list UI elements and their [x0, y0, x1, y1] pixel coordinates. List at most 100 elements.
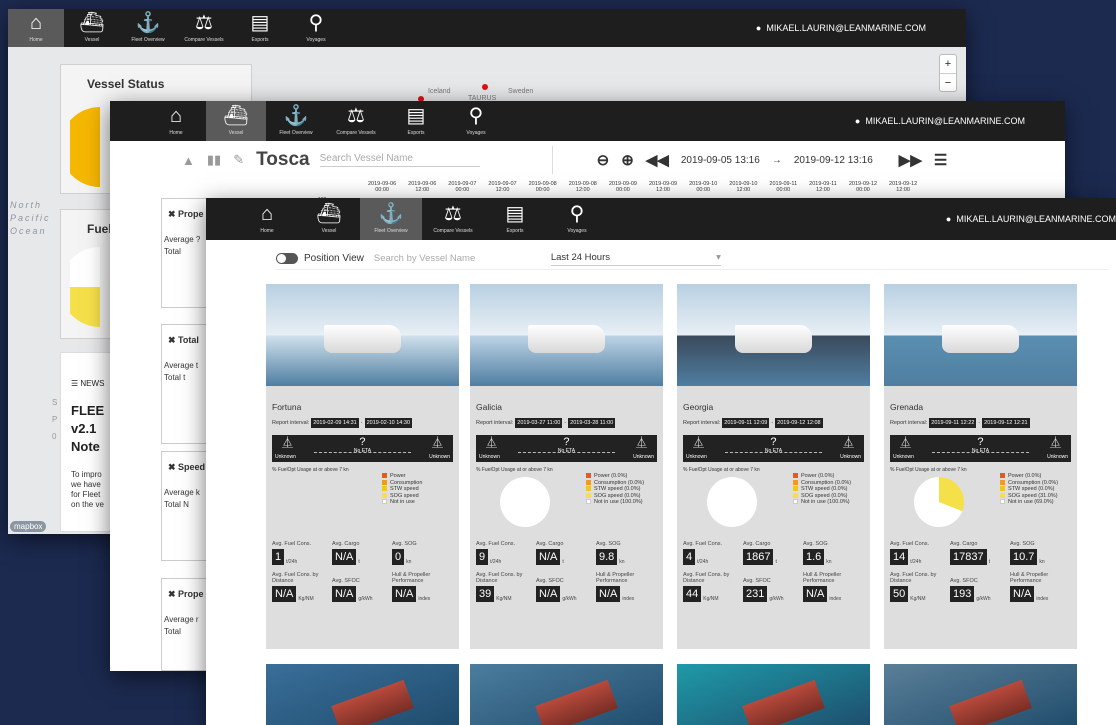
fleet-search-input[interactable]: Search by Vessel Name — [374, 253, 539, 264]
vessel-marker[interactable] — [482, 84, 488, 90]
bar-chart-icon[interactable]: ▮▮ — [207, 152, 221, 168]
rss-icon: ☰ — [71, 379, 81, 388]
nav-fleet[interactable]: ⚓ Fleet Overview — [120, 9, 176, 47]
close-icon[interactable]: ✖ — [168, 209, 178, 219]
edit-icon[interactable]: ✎ — [233, 152, 244, 168]
vessel-card-photo[interactable] — [884, 664, 1077, 725]
vessel-card[interactable]: Grenada Report interval: 2019-09-11 12:22… — [884, 284, 1077, 649]
fuelopt-usage-pie — [500, 477, 550, 527]
position-view-toggle[interactable] — [276, 253, 298, 264]
interval-dash: - — [978, 420, 981, 426]
stat-value-wrap: 14 t/24h — [890, 549, 950, 565]
tick-time: 00:00 — [375, 187, 389, 193]
interval-from[interactable]: 2019-09-11 12:22 — [929, 418, 977, 428]
vessel-card[interactable]: Galicia Report interval: 2019-03-27 11:00… — [470, 284, 663, 649]
legend-swatch — [793, 492, 798, 498]
eta-text: No ETA — [764, 448, 783, 454]
interval-from[interactable]: 2019-02-09 14:31 — [311, 418, 359, 428]
nav-exports[interactable]: ▤ Exports — [386, 101, 446, 141]
panel-title[interactable]: ✖ Speed — [162, 452, 212, 473]
news-header-text: NEWS — [80, 379, 105, 388]
report-icon: ▤ — [250, 12, 270, 34]
stats-row-1: Avg. Fuel Cons. 1 t/24h Avg. Cargo N/A t Avg… — [266, 529, 459, 565]
eta-text: No ETA — [557, 448, 576, 454]
close-icon[interactable]: ✖ — [168, 462, 178, 472]
vessel-card-photo[interactable] — [470, 664, 663, 725]
vessel-card-name[interactable]: Fortuna — [266, 386, 459, 412]
report-interval: Report interval: 2019-09-11 12:22-2019-09… — [884, 412, 1077, 428]
user-menu[interactable]: ● MIKAEL.LAURIN@LEANMARINE.COM — [946, 198, 1116, 240]
stat-value: 1867 — [743, 549, 774, 565]
zoom-in-button[interactable]: + — [940, 55, 956, 73]
list-icon[interactable]: ☰ — [934, 151, 947, 169]
vessel-card-photo[interactable] — [677, 664, 870, 725]
period-select[interactable]: Last 24 Hours — [550, 252, 721, 266]
close-icon[interactable]: ✖ — [168, 589, 178, 599]
nav-vessel[interactable]: ⛴ Vessel — [206, 101, 266, 141]
panel-title[interactable]: ✖ Prope — [162, 199, 212, 220]
area-chart-icon[interactable]: ▲ — [182, 153, 195, 168]
stat-label: Avg. SOG — [1010, 541, 1035, 547]
user-menu[interactable]: ● MIKAEL.LAURIN@LEANMARINE.COM — [855, 101, 1025, 141]
legend-swatch — [1000, 492, 1005, 498]
nav-home[interactable]: ⌂ Home — [8, 9, 64, 47]
interval-from[interactable]: 2019-09-11 12:09 — [722, 418, 770, 428]
nav-compare[interactable]: ⚖ Compare Vessels — [422, 198, 484, 240]
legend-swatch — [793, 479, 798, 485]
tick-time: 12:00 — [896, 187, 910, 193]
user-menu[interactable]: ● MIKAEL.LAURIN@LEANMARINE.COM — [756, 9, 926, 47]
interval-to[interactable]: 2019-09-12 12:21 — [982, 418, 1030, 428]
usage-title: % FuelOpt Usage at or above 7 kn — [272, 467, 349, 473]
vessel-card-name[interactable]: Georgia — [677, 386, 870, 412]
fuel-pie-chart — [70, 247, 100, 327]
date-range-controls: ⊖ ⊕ ◀◀ 2019-09-05 13:16 → 2019-09-12 13:… — [597, 151, 948, 169]
zoom-in-icon[interactable]: ⊕ — [621, 151, 634, 169]
nav-voyages[interactable]: ⚲ Voyages — [446, 101, 506, 141]
date-from[interactable]: 2019-09-05 13:16 — [681, 155, 760, 166]
zoom-out-button[interactable]: − — [940, 73, 956, 91]
zoom-out-icon[interactable]: ⊖ — [597, 151, 610, 169]
vessel-card-name[interactable]: Grenada — [884, 386, 1077, 412]
nav-fleet[interactable]: ⚓ Fleet Overview — [266, 101, 326, 141]
nav-home[interactable]: ⌂ Home — [146, 101, 206, 141]
forward-icon[interactable]: ▶▶ — [899, 151, 922, 169]
vessel-search-input[interactable]: Search Vessel Name — [319, 153, 480, 167]
interval-label: Report interval: — [272, 420, 310, 426]
stat-value: 10.7 — [1010, 549, 1038, 565]
usage-title: % FuelOpt Usage at or above 7 kn — [890, 467, 967, 473]
nav-vessel[interactable]: ⛴ Vessel — [298, 198, 360, 240]
legend-swatch — [586, 473, 591, 479]
nav-bar: ⌂ Home ⛴ Vessel ⚓ Fleet Overview ⚖ Compare V… — [206, 198, 1116, 240]
nav-fleet[interactable]: ⚓ Fleet Overview — [360, 198, 422, 240]
nav-voyages[interactable]: ⚲ Voyages — [288, 9, 344, 47]
nav-voyages[interactable]: ⚲ Voyages — [546, 198, 608, 240]
nav-home[interactable]: ⌂ Home — [236, 198, 298, 240]
interval-to[interactable]: 2019-02-10 14:30 — [364, 418, 413, 428]
nav-label: Compare Vessels — [184, 37, 224, 43]
nav-exports[interactable]: ▤ Exports — [484, 198, 546, 240]
interval-to[interactable]: 2019-09-12 12:08 — [775, 418, 823, 428]
panel-body: Average k Total N — [162, 473, 212, 511]
lighthouse-icon: ⏅ — [636, 437, 647, 449]
nav-compare[interactable]: ⚖ Compare Vessels — [326, 101, 386, 141]
usage-legend: Power (0.0%) Consumption (0.0%) STW speed … — [586, 473, 644, 506]
question-icon: ? — [563, 436, 570, 448]
nav-vessel[interactable]: ⛴ Vessel — [64, 9, 120, 47]
vessel-card[interactable]: Georgia Report interval: 2019-09-11 12:09… — [677, 284, 870, 649]
nav-compare[interactable]: ⚖ Compare Vessels — [176, 9, 232, 47]
vessel-card-photo[interactable] — [266, 664, 459, 725]
panel-body: Average ? Total — [162, 220, 212, 258]
date-to[interactable]: 2019-09-12 13:16 — [794, 155, 873, 166]
vessel-card[interactable]: Fortuna Report interval: 2019-02-09 14:31… — [266, 284, 459, 649]
panel-title[interactable]: ✖ Prope — [162, 579, 212, 600]
panel-title[interactable]: ✖ Total — [162, 325, 212, 346]
vessel-card-name[interactable]: Galicia — [470, 386, 663, 412]
stat-value: 14 — [890, 549, 909, 565]
interval-from[interactable]: 2019-03-27 11:00 — [515, 418, 563, 428]
timeline-tick: 2019-09-06 00:00 — [368, 181, 396, 193]
rewind-icon[interactable]: ◀◀ — [646, 151, 669, 169]
close-icon[interactable]: ✖ — [168, 335, 178, 345]
interval-to[interactable]: 2019-03-28 11:00 — [568, 418, 616, 428]
stat-label: Avg. Cargo — [743, 541, 771, 547]
nav-exports[interactable]: ▤ Exports — [232, 9, 288, 47]
